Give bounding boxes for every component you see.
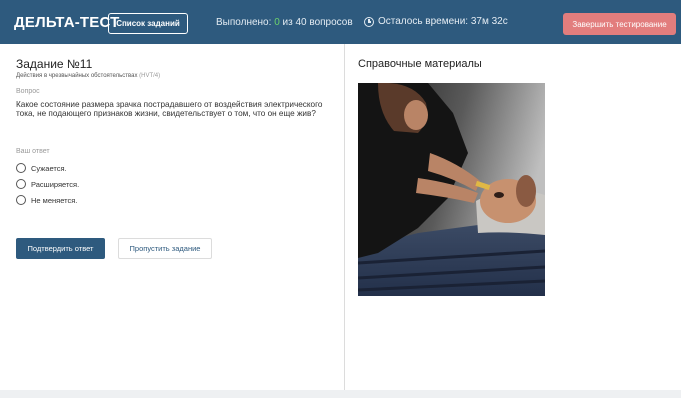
answer-option-3[interactable]: Не меняется. — [16, 195, 77, 205]
progress-indicator: Выполнено: 0 из 40 вопросов — [216, 17, 353, 28]
answer-option-label: Расширяется. — [31, 179, 80, 189]
question-label: Вопрос — [16, 88, 40, 95]
answer-option-label: Не меняется. — [31, 195, 78, 205]
timer-text: Осталось времени: 37м 32с — [378, 16, 508, 27]
answer-option-2[interactable]: Расширяется. — [16, 179, 79, 189]
answer-option-1[interactable]: Сужается. — [16, 163, 67, 173]
radio-button[interactable] — [16, 179, 26, 189]
question-panel — [0, 44, 344, 390]
question-text: Какое состояние размера зрачка пострадав… — [16, 100, 323, 118]
timer: Осталось времени: 37м 32с — [364, 16, 508, 27]
answer-label: Ваш ответ — [16, 148, 50, 155]
task-category: Действия в чрезвычайных обстоятельствах … — [16, 73, 160, 79]
task-title: Задание №11 — [16, 57, 93, 71]
reference-photo — [358, 83, 545, 296]
answer-option-label: Сужается. — [31, 163, 67, 173]
progress-prefix: Выполнено: — [216, 17, 272, 28]
task-list-button[interactable]: Список заданий — [108, 13, 188, 34]
brand-logo[interactable]: ДЕЛЬТА-ТЕСТ — [14, 14, 120, 31]
clock-icon — [364, 16, 374, 27]
confirm-answer-button[interactable]: Подтвердить ответ — [16, 238, 105, 259]
task-category-code: (HVT/4) — [139, 73, 161, 79]
progress-done-count: 0 — [274, 17, 280, 28]
progress-suffix: из 40 вопросов — [282, 17, 353, 28]
panel-divider — [344, 44, 345, 390]
footer-bar — [0, 390, 681, 398]
top-bar: ДЕЛЬТА-ТЕСТ Список заданий Выполнено: 0 … — [0, 0, 681, 44]
finish-test-button[interactable]: Завершить тестирование — [563, 13, 676, 35]
task-category-name: Действия в чрезвычайных обстоятельствах — [16, 73, 138, 79]
reference-title: Справочные материалы — [358, 58, 482, 70]
radio-button[interactable] — [16, 195, 26, 205]
radio-button[interactable] — [16, 163, 26, 173]
skip-task-button[interactable]: Пропустить задание — [118, 238, 212, 259]
